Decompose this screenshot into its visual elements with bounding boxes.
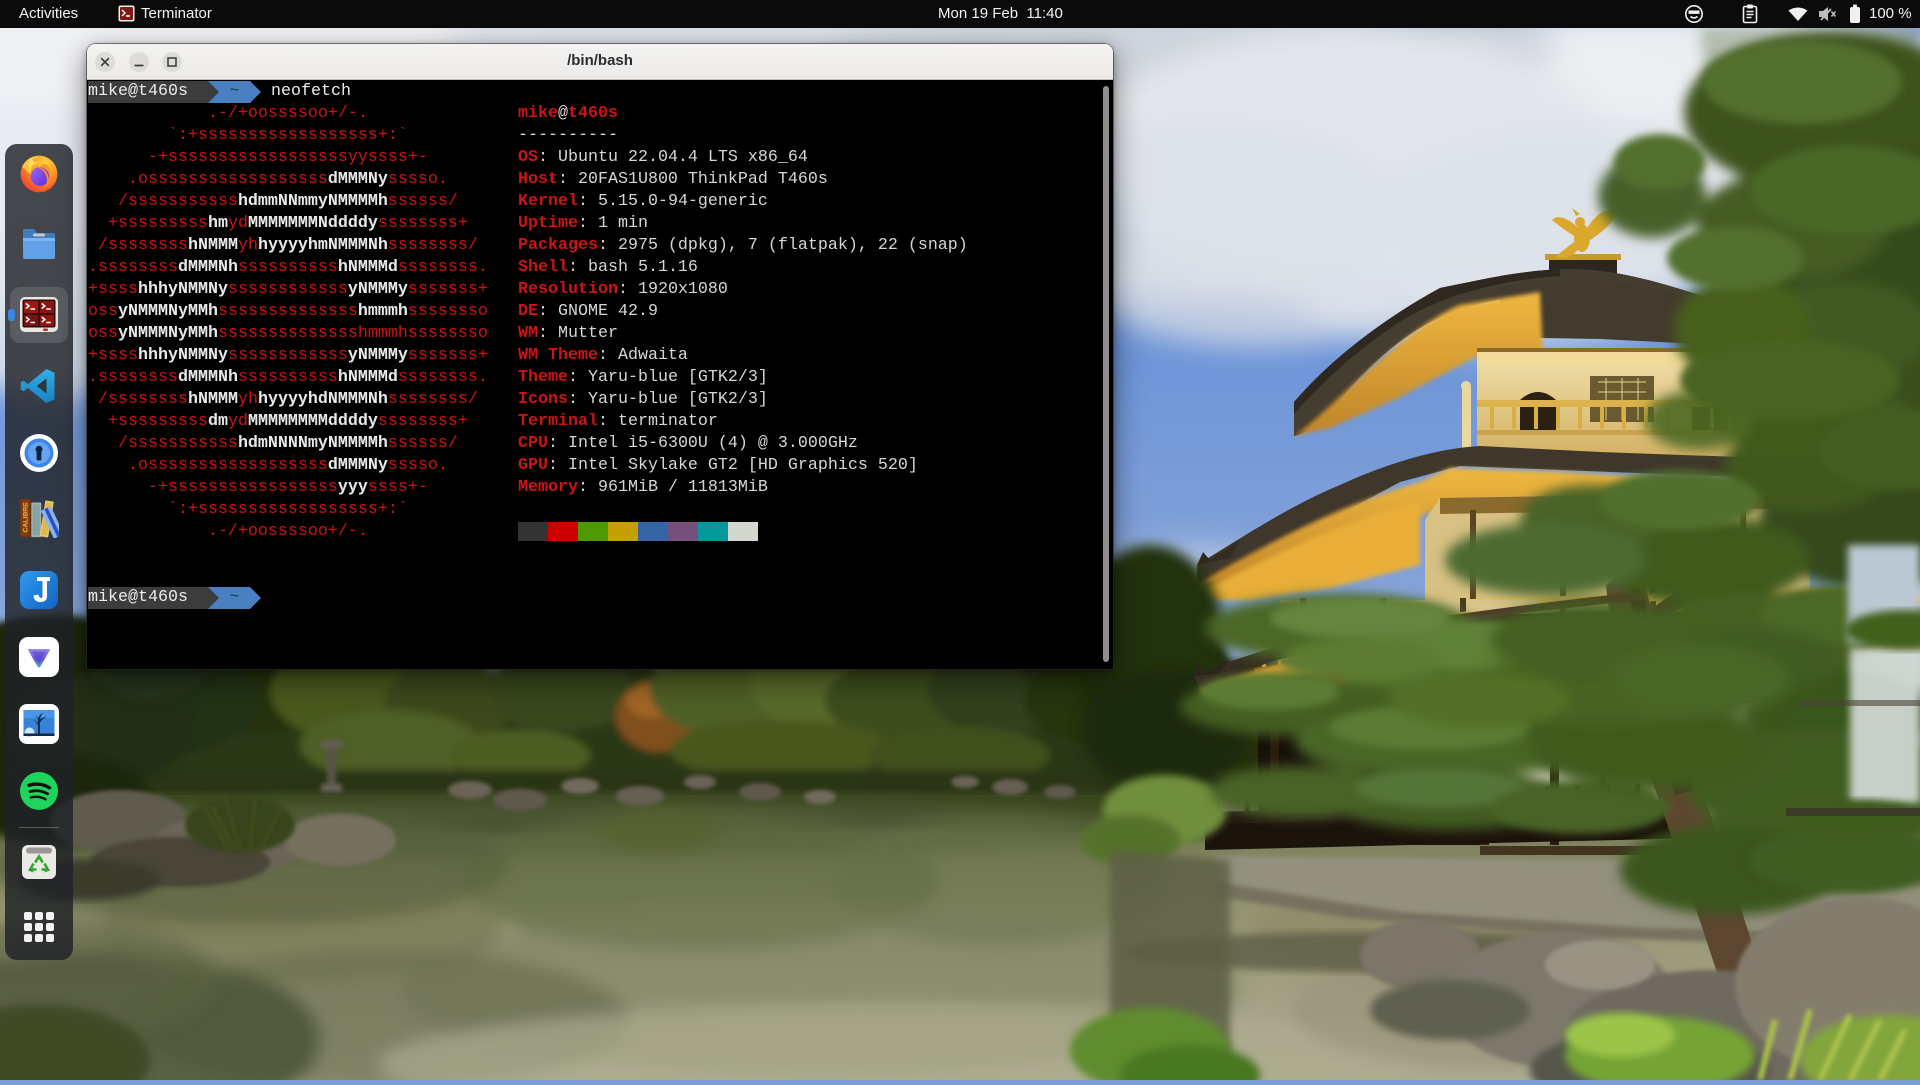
svg-text:CALIBRE: CALIBRE [23,502,30,533]
